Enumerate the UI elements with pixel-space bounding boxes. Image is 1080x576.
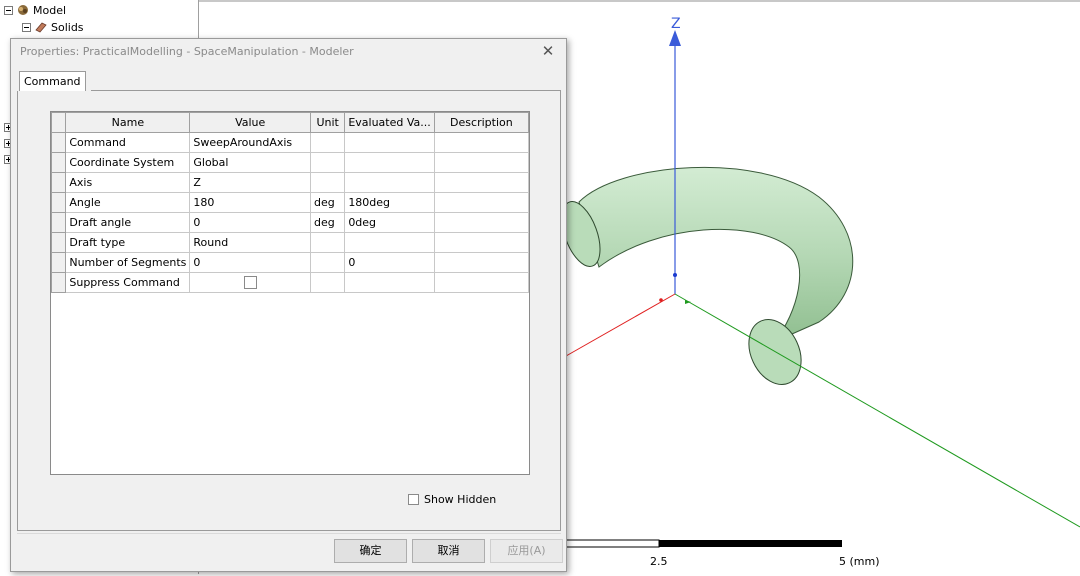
- cell-evaluated: 0deg: [344, 212, 435, 233]
- y-axis-marker: [685, 300, 691, 304]
- cell-name: Number of Segments: [65, 252, 191, 273]
- cell-evaluated: [344, 152, 435, 173]
- cell-evaluated: [344, 272, 435, 293]
- close-icon[interactable]: ✕: [538, 41, 558, 61]
- cell-evaluated: [344, 132, 435, 153]
- cell-description[interactable]: [433, 172, 530, 193]
- row-header-corner: [50, 112, 67, 133]
- cell-description[interactable]: [433, 272, 530, 293]
- table-row[interactable]: Axis Z: [50, 172, 530, 193]
- dialog-divider: [17, 533, 561, 534]
- cell-name: Angle: [65, 192, 191, 213]
- cell-name: Draft type: [65, 232, 191, 253]
- cell-value[interactable]: Z: [189, 172, 312, 193]
- ok-button[interactable]: 确定: [334, 539, 407, 563]
- dialog-title: Properties: PracticalModelling - SpaceMa…: [20, 45, 354, 58]
- row-header[interactable]: [50, 132, 67, 153]
- tab-command[interactable]: Command: [19, 71, 86, 91]
- column-header-value[interactable]: Value: [189, 112, 312, 133]
- scale-bar-black: [659, 540, 842, 547]
- row-header[interactable]: [50, 232, 67, 253]
- cell-name: Axis: [65, 172, 191, 193]
- tree-node-solids[interactable]: Solids: [22, 19, 84, 35]
- cell-name: Draft angle: [65, 212, 191, 233]
- column-header-unit[interactable]: Unit: [310, 112, 346, 133]
- cell-description[interactable]: [433, 252, 530, 273]
- cell-unit: deg: [310, 192, 346, 213]
- torus-solid[interactable]: [578, 166, 854, 343]
- row-header[interactable]: [50, 212, 67, 233]
- column-header-evaluated-value[interactable]: Evaluated Va...: [344, 112, 435, 133]
- z-axis-arrow-icon: [669, 30, 681, 46]
- cell-unit: [310, 152, 346, 173]
- cell-evaluated: 0: [344, 252, 435, 273]
- table-row[interactable]: Angle 180 deg 180deg: [50, 192, 530, 213]
- cell-evaluated: 180deg: [344, 192, 435, 213]
- row-header[interactable]: [50, 252, 67, 273]
- row-header[interactable]: [50, 152, 67, 173]
- origin-marker: [673, 273, 677, 277]
- grid-header-row: Name Value Unit Evaluated Va... Descript…: [50, 112, 530, 133]
- cell-name: Command: [65, 132, 191, 153]
- cell-unit: [310, 232, 346, 253]
- show-hidden-toggle[interactable]: Show Hidden: [408, 493, 496, 506]
- cell-unit: [310, 252, 346, 273]
- cell-description[interactable]: [433, 132, 530, 153]
- table-row[interactable]: Draft angle 0 deg 0deg: [50, 212, 530, 233]
- cell-unit: [310, 132, 346, 153]
- cell-name: Suppress Command: [65, 272, 191, 293]
- x-axis-marker: [659, 298, 663, 302]
- cell-value[interactable]: 0: [189, 212, 312, 233]
- scale-bar-white: [564, 539, 660, 548]
- cell-description[interactable]: [433, 212, 530, 233]
- suppress-command-checkbox[interactable]: [243, 276, 257, 290]
- tree-label-solids: Solids: [51, 20, 84, 34]
- cell-unit: deg: [310, 212, 346, 233]
- column-header-description[interactable]: Description: [433, 112, 530, 133]
- row-header[interactable]: [50, 272, 67, 293]
- y-axis: [674, 293, 1080, 528]
- cell-evaluated: [344, 232, 435, 253]
- table-row[interactable]: Suppress Command: [50, 272, 530, 293]
- column-header-name[interactable]: Name: [65, 112, 191, 133]
- cell-value-checkbox: [189, 272, 312, 293]
- cell-evaluated: [344, 172, 435, 193]
- row-header[interactable]: [50, 192, 67, 213]
- table-row[interactable]: Draft type Round: [50, 232, 530, 253]
- scale-tick-end: 5 (mm): [839, 555, 880, 568]
- cell-value[interactable]: SweepAroundAxis: [189, 132, 312, 153]
- cell-name: Coordinate System: [65, 152, 191, 173]
- cell-description[interactable]: [433, 152, 530, 173]
- table-row[interactable]: Number of Segments 0 0: [50, 252, 530, 273]
- tree-label-model: Model: [33, 3, 67, 17]
- cell-description[interactable]: [433, 192, 530, 213]
- cell-value[interactable]: Global: [189, 152, 312, 173]
- show-hidden-checkbox[interactable]: [408, 494, 419, 505]
- collapse-icon[interactable]: [4, 5, 13, 15]
- z-axis-label: Z: [671, 16, 681, 32]
- apply-button[interactable]: 应用(A): [490, 539, 563, 563]
- table-row[interactable]: Coordinate System Global: [50, 152, 530, 173]
- cancel-button[interactable]: 取消: [412, 539, 485, 563]
- property-grid: Name Value Unit Evaluated Va... Descript…: [50, 111, 530, 475]
- cell-value[interactable]: 180: [189, 192, 312, 213]
- x-axis: [558, 293, 676, 361]
- model-icon: [18, 5, 28, 15]
- table-row[interactable]: Command SweepAroundAxis: [50, 132, 530, 153]
- show-hidden-label: Show Hidden: [424, 493, 497, 506]
- solids-icon: [35, 22, 47, 33]
- properties-dialog: Properties: PracticalModelling - SpaceMa…: [10, 38, 567, 572]
- cell-description[interactable]: [433, 232, 530, 253]
- cell-unit: [310, 172, 346, 193]
- cell-value[interactable]: Round: [189, 232, 312, 253]
- tree-node-model[interactable]: Model: [4, 2, 66, 18]
- collapse-icon[interactable]: [22, 22, 31, 32]
- scale-tick-mid: 2.5: [650, 555, 668, 568]
- row-header[interactable]: [50, 172, 67, 193]
- cell-unit: [310, 272, 346, 293]
- cell-value[interactable]: 0: [189, 252, 312, 273]
